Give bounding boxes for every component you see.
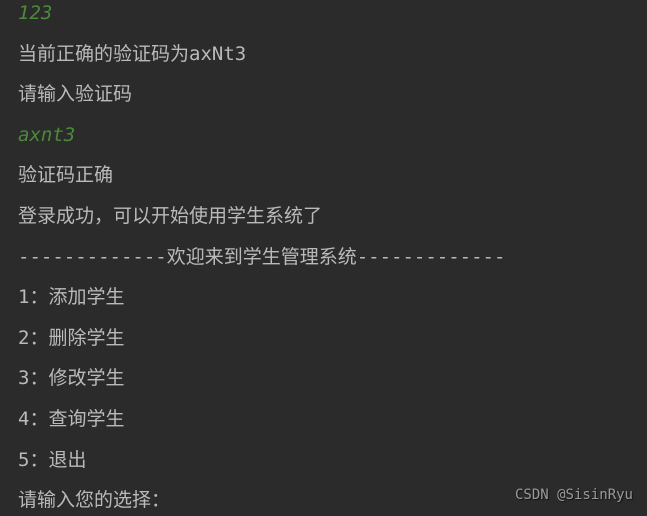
welcome-banner-line: -------------欢迎来到学生管理系统-------------	[18, 244, 629, 271]
menu-item-4: 4：查询学生	[18, 406, 629, 433]
watermark-text: CSDN @SisinRyu	[515, 486, 633, 506]
captcha-correct-line: 当前正确的验证码为axNt3	[18, 41, 629, 68]
captcha-input-line[interactable]: axnt3	[18, 122, 629, 149]
login-success-line: 登录成功，可以开始使用学生系统了	[18, 203, 629, 230]
menu-item-1: 1：添加学生	[18, 284, 629, 311]
menu-item-3: 3：修改学生	[18, 365, 629, 392]
password-input-line: 123	[18, 0, 629, 27]
menu-item-5: 5：退出	[18, 447, 629, 474]
menu-item-2: 2：删除学生	[18, 325, 629, 352]
captcha-ok-line: 验证码正确	[18, 162, 629, 189]
captcha-prompt-line: 请输入验证码	[18, 81, 629, 108]
